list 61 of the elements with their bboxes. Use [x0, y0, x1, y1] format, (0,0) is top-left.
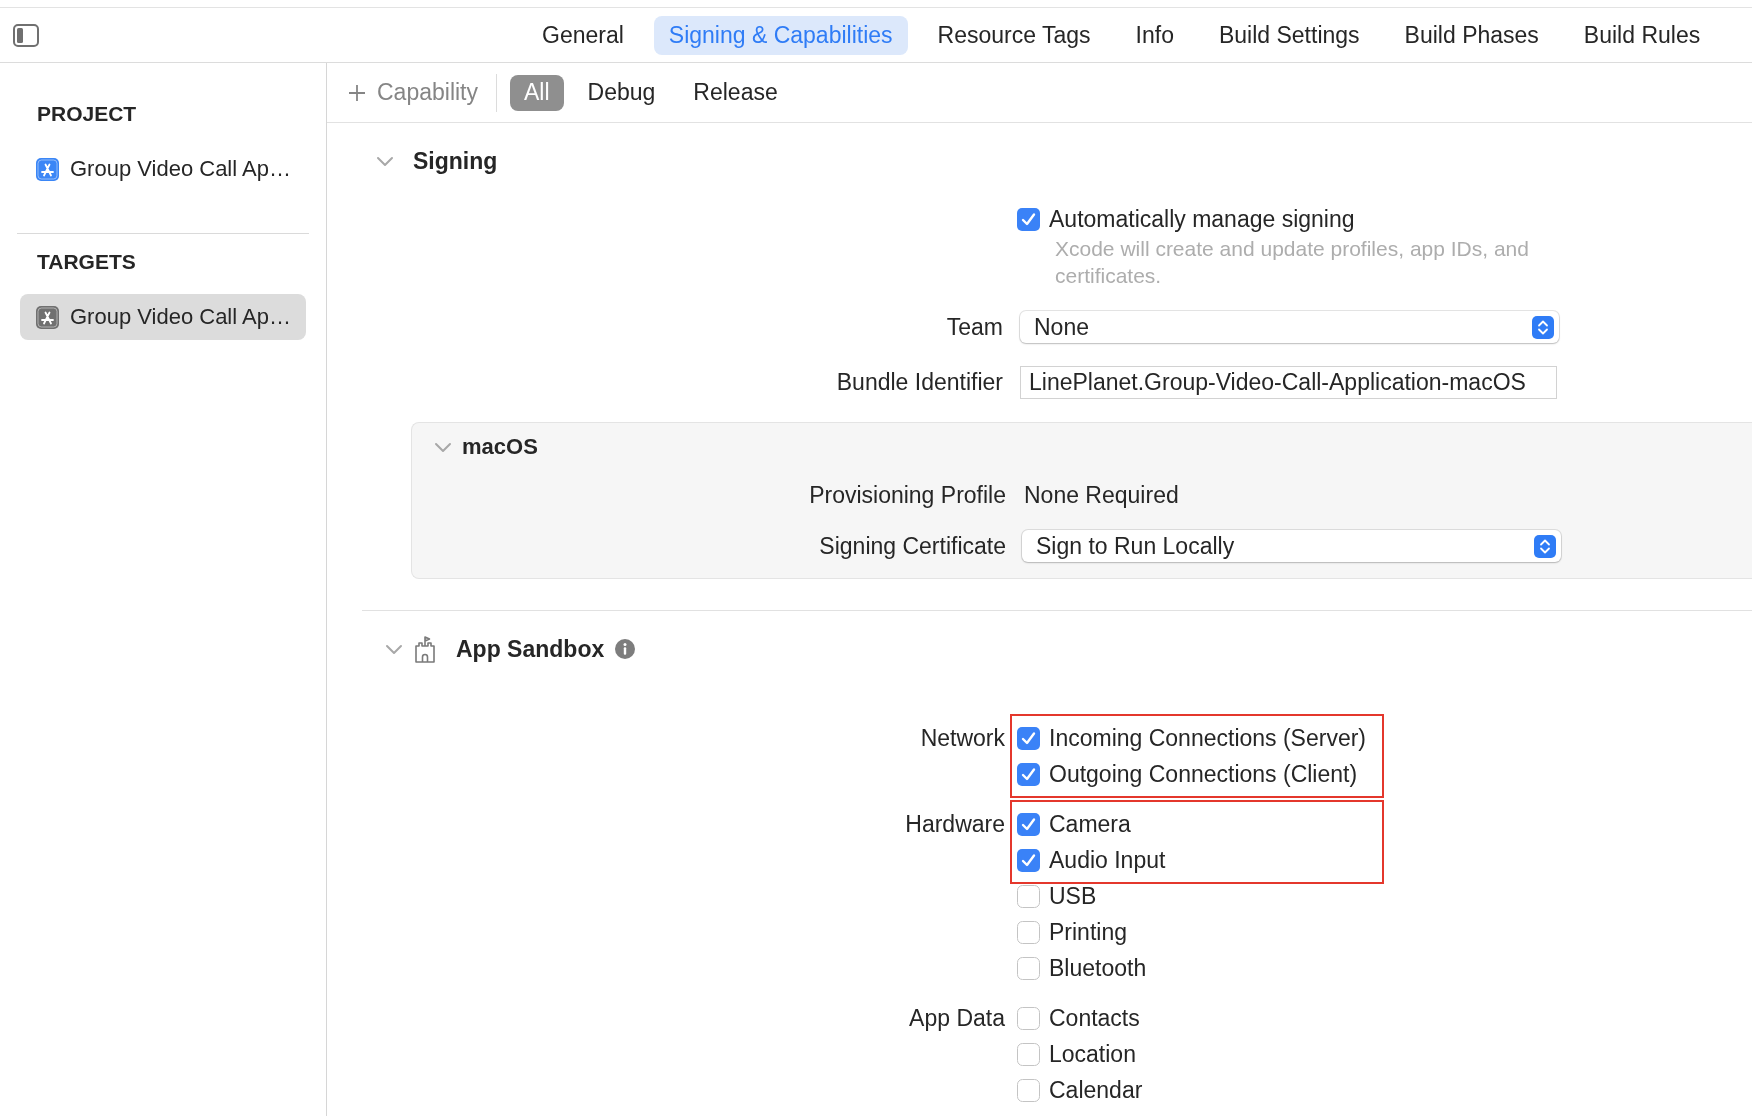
checkbox[interactable]	[1017, 207, 1040, 231]
stepper-icon	[1534, 534, 1556, 558]
group-label: Hardware	[905, 810, 1005, 838]
checkbox-label: Camera	[1049, 810, 1131, 838]
add-capability-button[interactable]: Capability	[348, 79, 478, 106]
sidebar-toggle-icon[interactable]	[13, 23, 39, 47]
field-label: Provisioning Profile	[809, 481, 1006, 509]
checkbox-label: Outgoing Connections (Client)	[1049, 760, 1358, 788]
app-icon	[36, 305, 59, 329]
section-title: macOS	[462, 434, 538, 460]
checkbox-label: Calendar	[1049, 1076, 1143, 1104]
section-title: App Sandbox	[456, 635, 605, 663]
sidebar-heading: TARGETS	[37, 249, 136, 275]
app-icon	[36, 157, 59, 181]
group-label: Network	[920, 724, 1005, 752]
chevron-icon[interactable]	[385, 643, 403, 655]
help-text: Xcode will create and update profiles, app IDs, and certificates.	[1055, 236, 1530, 289]
checkbox-label: Bluetooth	[1049, 954, 1147, 982]
text-field[interactable]: LinePlanet.Group-Video-Call-Application-macOS	[1020, 365, 1557, 399]
popup-button[interactable]: Sign to Run Locally	[1022, 530, 1561, 562]
checkbox-label: Contacts	[1049, 1004, 1140, 1032]
checkbox-label: Automatically manage signing	[1049, 205, 1355, 233]
checkbox[interactable]	[1017, 956, 1040, 980]
tab[interactable]: Build Phases	[1389, 15, 1554, 55]
checkbox[interactable]	[1017, 920, 1040, 944]
tab[interactable]: Build Rules	[1568, 15, 1716, 55]
checkbox-label: Incoming Connections (Server)	[1049, 724, 1367, 752]
filter-tab[interactable]: Debug	[573, 74, 670, 111]
checkbox[interactable]	[1017, 812, 1040, 836]
tab[interactable]: Build Settings	[1203, 15, 1375, 55]
field-label: Signing Certificate	[819, 532, 1006, 560]
checkbox[interactable]	[1017, 884, 1040, 908]
tab[interactable]: Info	[1120, 15, 1189, 55]
sidebar-heading: PROJECT	[37, 101, 137, 127]
checkbox[interactable]	[1017, 1006, 1040, 1030]
checkbox[interactable]	[1017, 848, 1040, 872]
plus-icon	[348, 83, 366, 102]
popup-button[interactable]: None	[1020, 311, 1559, 343]
checkbox[interactable]	[1017, 726, 1040, 750]
checkbox[interactable]	[1017, 762, 1040, 786]
field-label: Team	[946, 313, 1003, 341]
checkbox[interactable]	[1017, 1042, 1040, 1066]
info-icon[interactable]	[615, 639, 636, 659]
stepper-icon	[1532, 315, 1554, 339]
checkbox-label: USB	[1049, 882, 1097, 910]
checkbox-label: Audio Input	[1049, 846, 1166, 874]
sidebar-item[interactable]: Group Video Call Ap…	[20, 294, 306, 340]
checkbox-label: Printing	[1049, 918, 1127, 946]
tab[interactable]: General	[527, 15, 639, 55]
chevron-icon[interactable]	[434, 441, 452, 453]
filter-tab[interactable]: Release	[679, 74, 792, 111]
castle-icon	[413, 635, 437, 663]
checkbox[interactable]	[1017, 1078, 1040, 1102]
checkbox-label: Location	[1049, 1040, 1136, 1068]
section-title: Signing	[413, 147, 498, 175]
field-value: None Required	[1023, 481, 1179, 509]
field-label: Bundle Identifier	[836, 368, 1003, 396]
tab[interactable]: Resource Tags	[922, 15, 1106, 55]
group-label: App Data	[909, 1004, 1005, 1032]
sidebar-item[interactable]: Group Video Call Ap…	[20, 146, 306, 192]
chevron-icon[interactable]	[376, 155, 394, 167]
